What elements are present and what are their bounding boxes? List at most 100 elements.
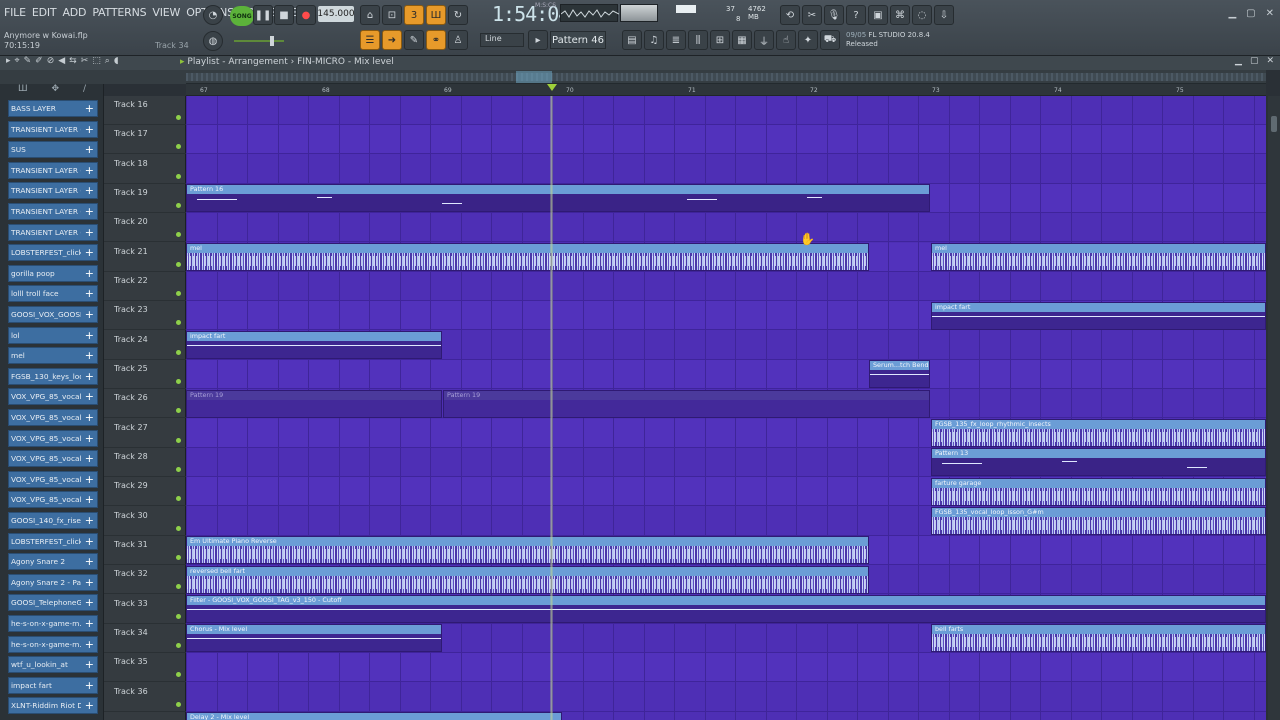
add-channel-icon[interactable]: + [85, 617, 94, 630]
piano-icon[interactable]: Ш [18, 84, 28, 98]
browser-icon[interactable]: ⫼ [688, 30, 708, 50]
playlist-grid[interactable]: Pattern 16 mel mel impact fart impact fart Se… [186, 96, 1266, 720]
scrollbar-knob[interactable] [1271, 116, 1277, 132]
track-enable-led[interactable] [176, 115, 181, 120]
channel-item[interactable]: Agony Snare 2 - Part... + [8, 573, 98, 591]
channel-item[interactable]: VOX_VPG_85_vocal... + [8, 470, 98, 488]
tempo-display[interactable]: 145.000 [317, 6, 355, 22]
audio-clip[interactable]: Em Ultimate Piano Reverse [186, 536, 869, 565]
playlist-minimize-icon[interactable]: ▁ [1235, 56, 1242, 66]
channel-item[interactable]: Agony Snare 2 + [8, 553, 98, 571]
close-icon[interactable]: ✕ [1266, 8, 1274, 19]
track-header[interactable]: Track 34 [104, 624, 186, 653]
track-enable-led[interactable] [176, 613, 181, 619]
arrangement-overview[interactable] [186, 70, 1266, 84]
add-channel-icon[interactable]: + [85, 658, 94, 671]
menu-item-file[interactable]: FILE [4, 6, 26, 19]
zoom-icon[interactable]: ⌕ [105, 56, 110, 66]
audio-clip[interactable]: mel [186, 243, 869, 272]
add-channel-icon[interactable]: + [85, 699, 94, 712]
delete-icon[interactable]: ⊘ [47, 56, 55, 66]
track-enable-led[interactable] [176, 701, 181, 707]
add-channel-icon[interactable]: + [85, 493, 94, 506]
add-channel-icon[interactable]: + [85, 411, 94, 424]
download-icon[interactable]: ⇩ [934, 5, 954, 25]
track-header[interactable]: Track 17 [104, 125, 186, 155]
track-header[interactable]: Track 28 [104, 448, 186, 477]
channel-item[interactable]: VOX_VPG_85_vocal... + [8, 429, 98, 447]
track-enable-led[interactable] [176, 232, 181, 238]
arrow-tool-icon[interactable]: ➜ [382, 30, 402, 50]
step-edit-icon[interactable]: Ш [426, 5, 446, 25]
auto-clip[interactable]: Serum...tch Bend [869, 360, 930, 389]
add-channel-icon[interactable]: + [85, 596, 94, 609]
track-enable-led[interactable] [176, 349, 181, 355]
add-channel-icon[interactable]: + [85, 555, 94, 568]
add-channel-icon[interactable]: + [85, 576, 94, 589]
audio-clip[interactable]: FGSB_135_fx_loop_rhythmic_insects [931, 419, 1266, 448]
track-header[interactable]: Track 32 [104, 565, 186, 595]
track-header[interactable]: Track 35 [104, 653, 186, 683]
track-header[interactable]: Track 33 [104, 595, 186, 624]
channel-rack-icon[interactable]: ▤ [622, 30, 642, 50]
auto-clip[interactable]: Delay 2 - Mix level [186, 712, 562, 720]
mute-icon[interactable]: ◀ [58, 56, 65, 66]
track-enable-led[interactable] [176, 202, 181, 208]
pattern-selector[interactable]: Pattern 46 [550, 31, 606, 49]
add-channel-icon[interactable]: + [85, 287, 94, 300]
slice-icon[interactable]: ✂ [81, 56, 89, 66]
help-icon[interactable]: ? [846, 5, 866, 25]
channel-item[interactable]: BASS LAYER + [8, 100, 98, 117]
add-channel-icon[interactable]: + [85, 308, 94, 321]
track-header[interactable]: Track 19 [104, 184, 186, 213]
track-header[interactable]: Track 29 [104, 477, 186, 507]
track-lane[interactable] [186, 96, 1266, 125]
muted-clip[interactable]: Pattern 19 [186, 389, 442, 418]
pencil-icon[interactable]: ✎ [24, 56, 32, 66]
channel-item[interactable]: GOOSI_140_fx_risers... + [8, 512, 98, 529]
pause-icon[interactable]: ❚❚ [253, 5, 273, 25]
stop-icon[interactable]: ■ [274, 5, 294, 25]
add-channel-icon[interactable]: + [85, 102, 94, 115]
track-enable-led[interactable] [176, 144, 181, 150]
channel-item[interactable]: LOBSTERFEST_clickyk... + [8, 244, 98, 262]
brush-icon[interactable]: ✐ [35, 56, 43, 66]
track-enable-led[interactable] [176, 290, 181, 296]
track-header[interactable]: Track 30 [104, 507, 186, 536]
playlist-maximize-icon[interactable]: ▢ [1250, 56, 1259, 66]
track-header[interactable]: Track 20 [104, 213, 186, 243]
add-channel-icon[interactable]: + [85, 123, 94, 136]
piano-roll-icon[interactable]: ♫ [644, 30, 664, 50]
channel-item[interactable]: TRANSIENT LAYER (co... + [8, 120, 98, 138]
song-mode-toggle[interactable]: SONG [230, 6, 254, 26]
master-volume-slider[interactable] [234, 36, 284, 46]
audio-clip[interactable]: mel [931, 243, 1266, 272]
wait-input-icon[interactable]: ⊡ [382, 5, 402, 25]
maximize-icon[interactable]: ▢ [1246, 8, 1255, 19]
stamp-icon[interactable]: ♙ [448, 30, 468, 50]
curve-icon[interactable]: ∕ [83, 84, 86, 98]
timeline-ruler[interactable]: 67 68 69 70 71 72 73 74 75 [186, 84, 1266, 96]
plug-icon[interactable]: ⏚ [754, 30, 774, 50]
channel-item[interactable]: TRANSIENT LAYER (co... + [8, 203, 98, 220]
master-volume-meter[interactable] [620, 4, 658, 22]
add-channel-icon[interactable]: + [85, 349, 94, 362]
track-header[interactable]: Track 36 [104, 683, 186, 712]
menu-item-patterns[interactable]: PATTERNS [92, 6, 146, 19]
audio-clip[interactable]: bell farts [931, 624, 1266, 653]
track-lane[interactable] [186, 272, 1266, 301]
add-channel-icon[interactable]: + [85, 184, 94, 197]
audio-clip[interactable]: reversed bell fart [186, 565, 869, 594]
vertical-scrollbar[interactable] [1268, 96, 1280, 720]
speaker-icon[interactable]: ◖ [114, 56, 119, 66]
channel-item[interactable]: TRANSIENT LAYER (co... + [8, 182, 98, 200]
channel-item[interactable]: wtf_u_lookin_at + [8, 656, 98, 674]
track-enable-led[interactable] [176, 466, 181, 472]
channel-item[interactable]: LOBSTERFEST_clickyk... + [8, 532, 98, 550]
audio-clip[interactable]: FGSB_135_vocal_loop_isson_G#m [931, 507, 1266, 536]
channel-item[interactable]: VOX_VPG_85_vocal... + [8, 491, 98, 509]
add-channel-icon[interactable]: + [85, 226, 94, 239]
muted-clip[interactable]: Pattern 19 [443, 389, 930, 418]
channel-item[interactable]: VOX_VPG_85_vocal... + [8, 388, 98, 406]
pattern-clip[interactable]: Pattern 13 [931, 448, 1266, 477]
